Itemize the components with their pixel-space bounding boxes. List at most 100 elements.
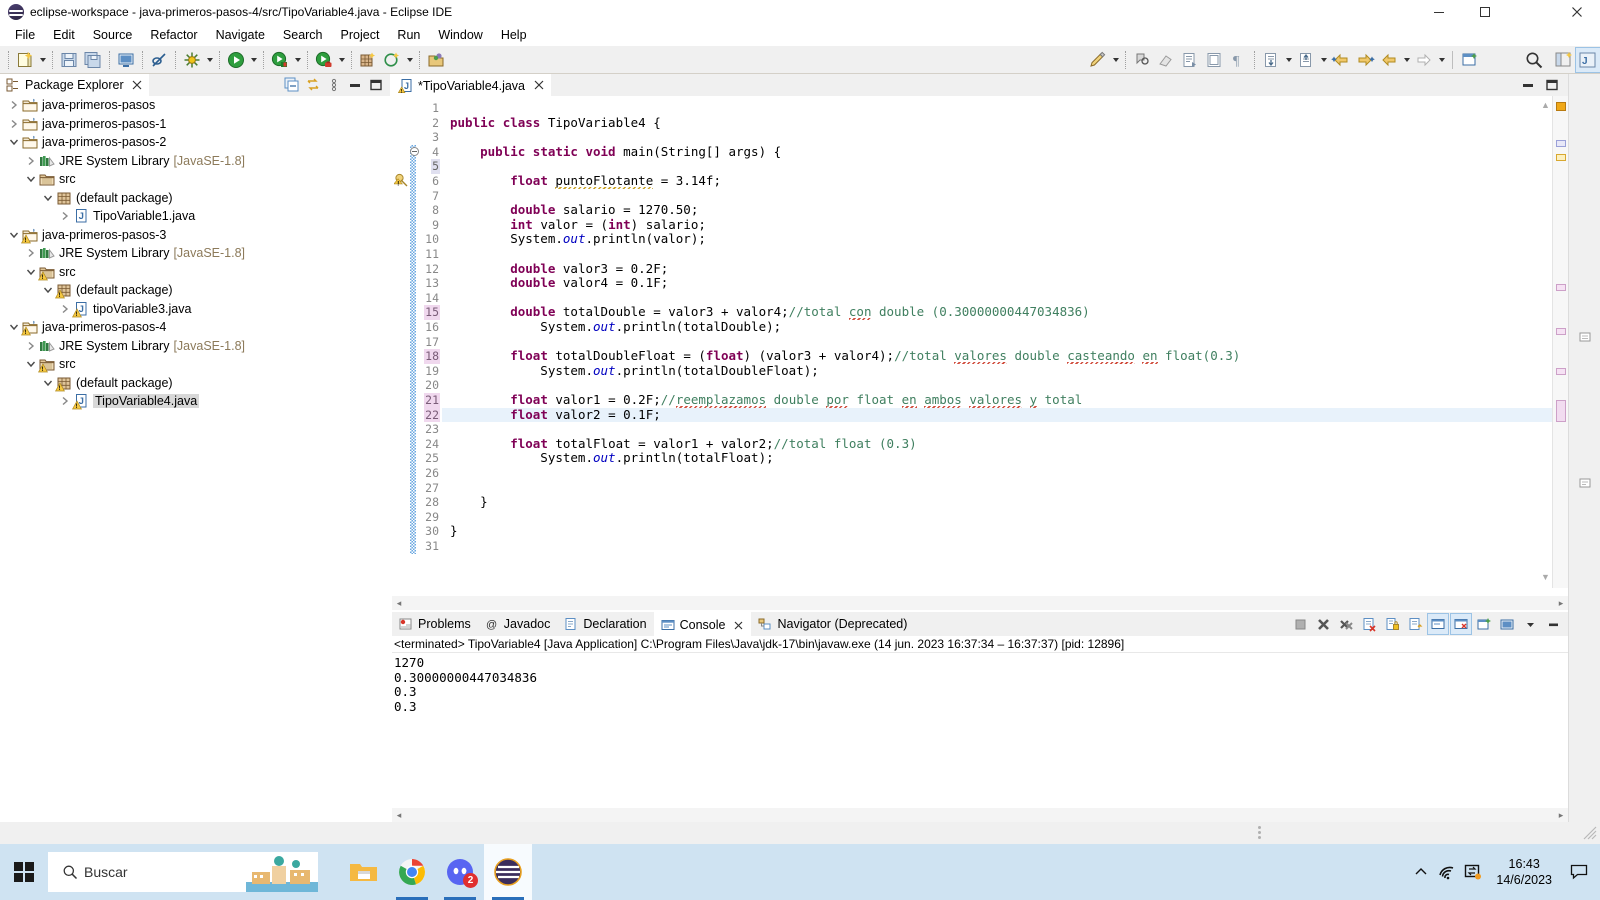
forward-marked-icon[interactable]	[1353, 48, 1377, 72]
search-magnifier-icon[interactable]	[1522, 48, 1546, 72]
new-wizard-dropdown-arrow[interactable]	[37, 48, 48, 72]
tree-item-java-primeros-pasos-2[interactable]: java-primeros-pasos-2	[0, 133, 390, 152]
tree-item-jre-system-library[interactable]: JRE System Library [JavaSE-1.8]	[0, 337, 390, 356]
last-edit-dropdown-arrow[interactable]	[1283, 48, 1294, 72]
chevron-down-icon[interactable]	[40, 190, 56, 206]
coverage-icon[interactable]	[312, 48, 336, 72]
maximize-view-icon[interactable]	[1542, 75, 1562, 95]
task-list-icon[interactable]	[1569, 470, 1600, 496]
back-dropdown-arrow[interactable]	[1401, 48, 1412, 72]
forward-icon[interactable]	[1412, 48, 1436, 72]
chevron-down-icon[interactable]	[23, 356, 39, 372]
link-broken-icon[interactable]	[147, 48, 171, 72]
tree-item-java-primeros-pasos-4[interactable]: ! java-primeros-pasos-4	[0, 318, 390, 337]
taskbar-clock[interactable]: 16:43 14/6/2023	[1486, 856, 1562, 888]
chevron-down-icon[interactable]	[6, 227, 22, 243]
close-icon[interactable]	[533, 79, 545, 94]
annotation-ruler[interactable]: !	[392, 96, 410, 588]
menu-file[interactable]: File	[6, 26, 44, 44]
code-fold-collapse-icon[interactable]	[410, 146, 419, 156]
terminate-icon[interactable]	[1289, 613, 1311, 635]
menu-search[interactable]: Search	[274, 26, 332, 44]
tab-console[interactable]: Console	[653, 612, 752, 636]
tab-package-explorer[interactable]: Package Explorer	[0, 74, 149, 96]
taskbar-search-box[interactable]: Buscar	[48, 852, 318, 892]
tree-item-java-primeros-pasos[interactable]: java-primeros-pasos	[0, 96, 390, 115]
window-maximize-button[interactable]	[1462, 0, 1508, 24]
open-perspective-icon[interactable]	[1552, 48, 1576, 72]
remove-launch-icon[interactable]	[1312, 613, 1334, 635]
warning-annotation-icon[interactable]: !	[393, 173, 408, 188]
build-dropdown-arrow[interactable]	[204, 48, 215, 72]
eclipse-icon[interactable]	[484, 844, 532, 900]
wifi-icon[interactable]	[1434, 844, 1460, 900]
tab-javadoc[interactable]: @ Javadoc	[478, 612, 558, 636]
next-annotation-icon[interactable]	[1178, 48, 1202, 72]
scroll-lock-icon[interactable]	[1381, 613, 1403, 635]
new-window-icon[interactable]	[1458, 48, 1482, 72]
chevron-right-icon[interactable]	[23, 153, 39, 169]
chevron-right-icon[interactable]	[23, 338, 39, 354]
java-perspective-icon[interactable]: J	[1575, 46, 1600, 73]
overview-scroll-down-icon[interactable]: ▼	[1541, 572, 1550, 582]
chevron-right-icon[interactable]	[57, 301, 73, 317]
tab-tipovariable4-java[interactable]: J ! *TipoVariable4.java	[392, 74, 552, 96]
chevron-down-icon[interactable]	[40, 375, 56, 391]
package-explorer-tree[interactable]: java-primeros-pasos java-primeros-pasos-1…	[0, 96, 390, 822]
tree-item-java-primeros-pasos-1[interactable]: java-primeros-pasos-1	[0, 115, 390, 134]
chevron-down-icon[interactable]	[6, 134, 22, 150]
overview-change-marker[interactable]	[1556, 284, 1566, 291]
chevron-down-icon[interactable]	[23, 171, 39, 187]
debug-dropdown-arrow[interactable]	[292, 48, 303, 72]
tree-item-jre-system-library[interactable]: JRE System Library [JavaSE-1.8]	[0, 244, 390, 263]
menu-source[interactable]: Source	[84, 26, 142, 44]
overview-occurrence-marker[interactable]	[1556, 140, 1566, 147]
new-java-class-dropdown-arrow[interactable]	[404, 48, 415, 72]
overview-ruler[interactable]: ▲ ▼	[1541, 96, 1568, 588]
clear-console-icon[interactable]	[1358, 613, 1380, 635]
console-output[interactable]: 1270 0.30000000447034836 0.3 0.3	[392, 654, 1568, 806]
tree-item-tipovariable3-java[interactable]: J! tipoVariable3.java	[0, 300, 390, 319]
previous-annotation-icon[interactable]	[1202, 48, 1226, 72]
chevron-right-icon[interactable]	[23, 245, 39, 261]
last-edit-location-icon[interactable]	[1259, 48, 1283, 72]
tree-item-default-package[interactable]: ! (default package)	[0, 374, 390, 393]
tree-item-tipovariable1-java[interactable]: J TipoVariable1.java	[0, 207, 390, 226]
tree-item-src[interactable]: ! src	[0, 355, 390, 374]
coverage-dropdown-arrow[interactable]	[336, 48, 347, 72]
prev-edit-icon[interactable]	[1294, 48, 1318, 72]
panel-resize-grip[interactable]	[1258, 826, 1261, 839]
display-selected-console-icon[interactable]	[1450, 613, 1472, 635]
chevron-down-icon[interactable]	[23, 264, 39, 280]
tree-item-default-package[interactable]: (default package)	[0, 189, 390, 208]
menu-edit[interactable]: Edit	[44, 26, 84, 44]
close-icon[interactable]	[131, 79, 143, 91]
editor-horizontal-scrollbar[interactable]: ◂ ▸	[392, 596, 1568, 610]
scroll-left-icon[interactable]: ◂	[392, 808, 406, 822]
show-hidden-icons-icon[interactable]	[1408, 844, 1434, 900]
eraser-icon[interactable]	[1154, 48, 1178, 72]
minimize-view-icon[interactable]	[345, 75, 365, 95]
chevron-right-icon[interactable]	[6, 116, 22, 132]
debug-icon[interactable]	[268, 48, 292, 72]
new-java-class-icon[interactable]	[380, 48, 404, 72]
scroll-right-icon[interactable]: ▸	[1554, 596, 1568, 610]
minimize-view-icon[interactable]	[1542, 613, 1564, 635]
outline-view-icon[interactable]	[1569, 324, 1600, 350]
overview-change-marker[interactable]	[1556, 368, 1566, 375]
discord-icon[interactable]: 2	[436, 844, 484, 900]
tree-item-tipovariable4-java[interactable]: J! TipoVariable4.java	[0, 392, 390, 411]
minimize-view-icon[interactable]	[1518, 75, 1538, 95]
chevron-right-icon[interactable]	[6, 97, 22, 113]
window-minimize-button[interactable]	[1416, 0, 1462, 24]
tree-item-default-package[interactable]: ! (default package)	[0, 281, 390, 300]
maximize-view-icon[interactable]	[366, 75, 386, 95]
new-java-package-icon[interactable]	[356, 48, 380, 72]
edit-pencil-dropdown-arrow[interactable]	[1110, 48, 1121, 72]
tab-declaration[interactable]: Declaration	[557, 612, 653, 636]
toggle-mark-occurrences-icon[interactable]	[1130, 48, 1154, 72]
run-dropdown-arrow[interactable]	[248, 48, 259, 72]
edit-pencil-icon[interactable]	[1086, 48, 1110, 72]
tree-item-jre-system-library[interactable]: JRE System Library [JavaSE-1.8]	[0, 152, 390, 171]
overview-change-marker[interactable]	[1556, 328, 1566, 335]
